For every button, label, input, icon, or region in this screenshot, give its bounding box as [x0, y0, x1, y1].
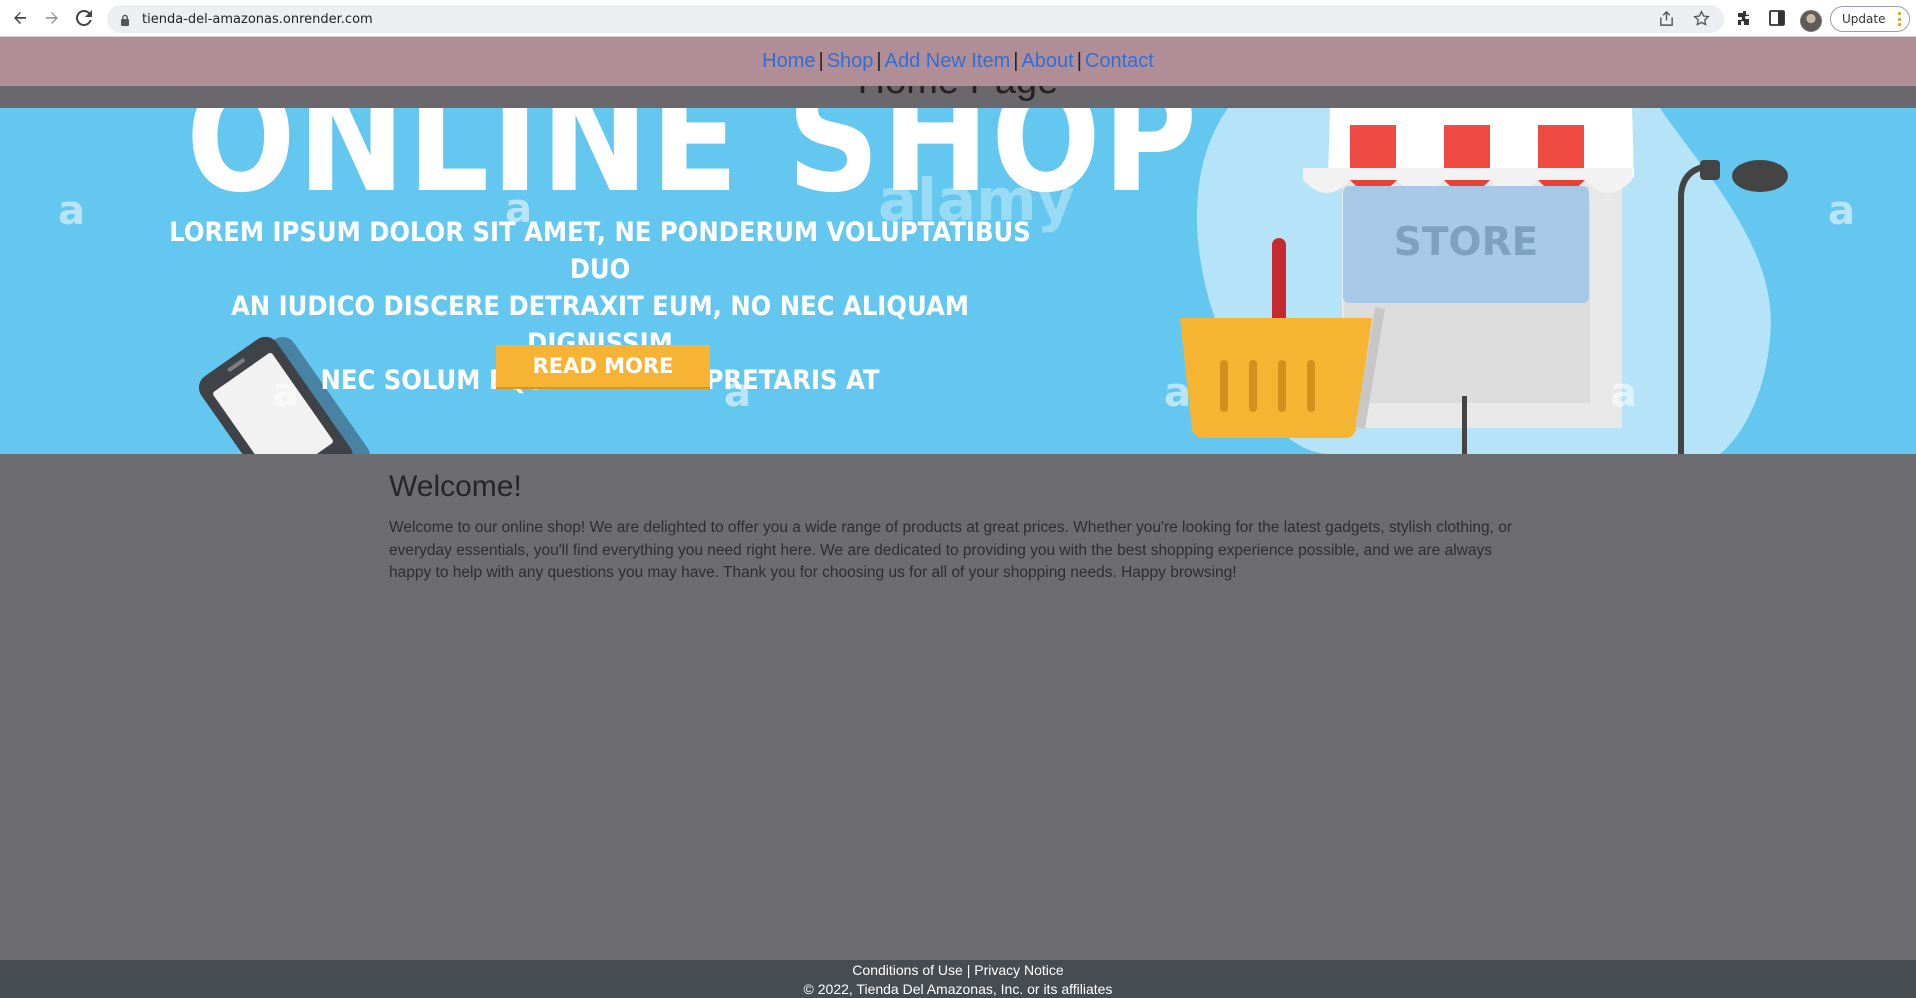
- footer-links: Conditions of Use | Privacy Notice: [0, 961, 1916, 980]
- site-navbar: Home | Shop | Add New Item | About | Contact: [0, 37, 1916, 86]
- watermark-word: alamy: [878, 166, 1075, 234]
- page-heading-strip: Home Page: [0, 86, 1916, 108]
- nav-separator: |: [1013, 50, 1019, 72]
- nav-separator: |: [818, 50, 824, 72]
- watermark-letter: a: [1610, 370, 1637, 416]
- star-icon[interactable]: [1693, 10, 1710, 32]
- side-panel-icon[interactable]: [1768, 9, 1786, 32]
- share-icon[interactable]: [1658, 10, 1675, 32]
- watermark-letter: a: [58, 188, 85, 234]
- watermark-letter: a: [1828, 188, 1855, 234]
- menu-dots-icon[interactable]: [1897, 12, 1901, 26]
- lock-icon: [119, 13, 131, 26]
- store-sign: STORE: [1393, 220, 1539, 265]
- read-more-button[interactable]: READ MORE: [496, 345, 710, 387]
- watermark-letter: a: [505, 186, 532, 232]
- footer-separator: |: [966, 962, 971, 978]
- nav-link-add-new-item[interactable]: Add New Item: [885, 50, 1011, 72]
- watermark-letter: a: [724, 370, 751, 416]
- nav-link-about[interactable]: About: [1021, 50, 1073, 72]
- welcome-title: Welcome!: [389, 470, 522, 503]
- copyright-text: © 2022, Tienda Del Amazonas, Inc. or its…: [803, 981, 1113, 997]
- avatar[interactable]: [1800, 9, 1822, 32]
- browser-toolbar: tienda-del-amazonas.onrender.com Update: [0, 0, 1916, 37]
- privacy-notice-link[interactable]: Privacy Notice: [974, 962, 1063, 978]
- nav-separator: |: [1076, 50, 1082, 72]
- nav-link-home[interactable]: Home: [762, 50, 815, 72]
- footer: Conditions of Use | Privacy Notice © 202…: [0, 960, 1916, 998]
- nav-link-contact[interactable]: Contact: [1085, 50, 1154, 72]
- watermark-letter: a: [272, 370, 299, 416]
- url-text: tienda-del-amazonas.onrender.com: [142, 11, 373, 27]
- update-button[interactable]: Update: [1830, 6, 1910, 32]
- nav-link-shop[interactable]: Shop: [827, 50, 874, 72]
- watermark-letter: a: [1164, 370, 1191, 416]
- welcome-section: Welcome! Welcome to our online shop! We …: [389, 470, 1529, 585]
- forward-icon[interactable]: [38, 4, 66, 32]
- conditions-of-use-link[interactable]: Conditions of Use: [852, 962, 963, 978]
- nav-separator: |: [876, 50, 882, 72]
- back-icon[interactable]: [6, 4, 34, 32]
- update-label: Update: [1842, 12, 1886, 26]
- reload-icon[interactable]: [70, 4, 98, 32]
- extensions-icon[interactable]: [1736, 9, 1754, 32]
- hero-banner: ONLINE SHOP LOREM IPSUM DOLOR SIT AMET, …: [0, 108, 1916, 454]
- address-bar[interactable]: tienda-del-amazonas.onrender.com: [107, 5, 1724, 33]
- welcome-text: Welcome to our online shop! We are delig…: [389, 519, 1513, 581]
- page-title: Home Page: [0, 86, 1916, 103]
